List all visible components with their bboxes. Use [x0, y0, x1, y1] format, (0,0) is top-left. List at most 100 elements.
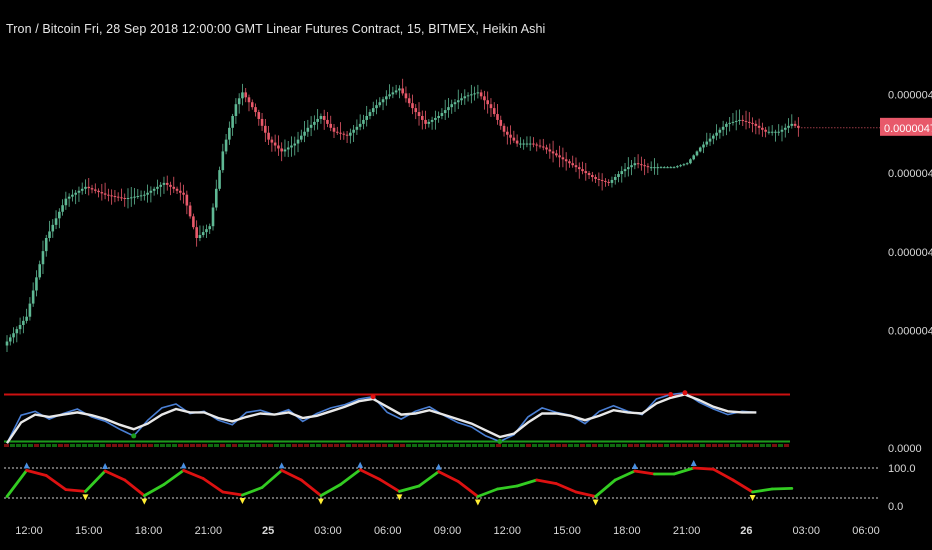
histogram-cell	[100, 444, 105, 447]
stoch-line-segment	[770, 486, 794, 491]
candle-body	[126, 197, 130, 199]
candle-body	[8, 337, 12, 342]
histogram-cell	[322, 444, 327, 447]
histogram-cell	[466, 444, 471, 447]
oscillator-oversold-mark	[131, 433, 137, 439]
time-axis-tick: 03:00	[314, 525, 342, 537]
histogram-cell	[580, 444, 585, 447]
candle-body	[479, 92, 483, 97]
histogram-cell	[298, 444, 303, 447]
histogram-cell	[568, 444, 573, 447]
histogram-cell	[70, 444, 75, 447]
histogram-cell	[502, 444, 507, 447]
stoch-line-segment	[201, 477, 225, 494]
stoch-peak-marker	[435, 463, 442, 470]
stoch-trough-marker	[239, 498, 246, 504]
histogram-cell	[76, 444, 81, 447]
histogram-cell	[82, 444, 87, 447]
histogram-cell	[484, 444, 489, 447]
histogram-cell	[376, 444, 381, 447]
stoch-line-segment	[123, 478, 146, 498]
candle-body	[535, 144, 539, 146]
histogram-cell	[10, 444, 15, 447]
price-axis-tick: 0.00000440	[888, 247, 932, 259]
stoch-line-segment	[142, 483, 166, 498]
candle-body	[646, 166, 650, 168]
histogram-cell	[562, 444, 567, 447]
candle-body	[87, 186, 91, 189]
candle-body	[107, 194, 110, 196]
candle-body	[414, 108, 418, 113]
candle-body	[188, 205, 192, 217]
price-axis-tick: 0.00000420	[888, 325, 932, 337]
candle-body	[303, 131, 306, 136]
time-axis-tick: 09:00	[434, 525, 462, 537]
histogram-cell	[646, 444, 651, 447]
candle-body	[705, 141, 709, 145]
histogram-cell	[442, 444, 447, 447]
histogram-cell	[52, 444, 57, 447]
candle-body	[738, 119, 741, 121]
candle-body	[84, 186, 87, 189]
histogram-cell	[166, 444, 171, 447]
candle-body	[159, 184, 162, 187]
stoch-line-segment	[339, 468, 362, 486]
histogram-cell	[22, 444, 27, 447]
candle-body	[568, 161, 571, 164]
candle-body	[499, 119, 503, 126]
histogram-cell	[190, 444, 195, 447]
stoch-line-segment	[437, 470, 460, 483]
histogram-cell	[688, 444, 693, 447]
oscillator-axis-tick: 0.0000	[888, 443, 922, 455]
stoch-line-segment	[25, 468, 48, 477]
time-axis-tick: 12:00	[494, 525, 522, 537]
candle-body	[116, 196, 120, 198]
candle-body	[466, 95, 470, 97]
candle-body	[241, 92, 244, 99]
candle-body	[103, 193, 107, 195]
stoch-line-segment	[692, 466, 715, 471]
candle-body	[662, 167, 666, 169]
candle-body	[558, 155, 561, 158]
candle-body	[375, 105, 378, 109]
stoch-peak-marker	[278, 462, 285, 469]
candle-body	[548, 149, 552, 152]
candle-body	[280, 148, 283, 152]
candle-body	[228, 127, 231, 140]
oscillator-overbought-mark	[668, 391, 674, 397]
stoch-line-segment	[378, 477, 401, 493]
histogram-cell	[448, 444, 453, 447]
time-axis-tick: 26	[740, 525, 752, 537]
histogram-cell	[358, 444, 363, 447]
price-candles	[5, 78, 800, 352]
histogram-cell	[34, 444, 39, 447]
histogram-cell	[682, 444, 687, 447]
candle-body	[306, 127, 310, 132]
candle-body	[685, 163, 689, 165]
candle-body	[175, 188, 179, 191]
time-axis-tick: 15:00	[75, 525, 103, 537]
candle-body	[290, 145, 293, 148]
candle-body	[309, 124, 313, 128]
candle-body	[371, 108, 375, 113]
candle-body	[669, 167, 673, 169]
chart-canvas[interactable]: 0.00000480 0.00000460 0.00000440 0.00000420…	[0, 0, 932, 550]
histogram-cell	[742, 444, 747, 447]
candle-body	[564, 159, 568, 162]
candle-body	[666, 167, 669, 169]
stoch-line-segment	[299, 478, 323, 498]
histogram-cell	[424, 444, 429, 447]
candle-body	[450, 104, 454, 108]
candle-body	[192, 216, 195, 228]
histogram-cell	[472, 444, 477, 447]
stoch-line-segment	[162, 468, 185, 486]
candle-body	[604, 180, 607, 182]
candle-body	[702, 144, 705, 148]
histogram-cell	[574, 444, 579, 447]
time-axis-tick: 21:00	[673, 525, 701, 537]
stoch-trough-marker	[749, 495, 756, 501]
candle-body	[597, 178, 601, 180]
candle-body	[447, 107, 450, 111]
histogram-cell	[388, 444, 393, 447]
candle-body	[427, 121, 431, 124]
